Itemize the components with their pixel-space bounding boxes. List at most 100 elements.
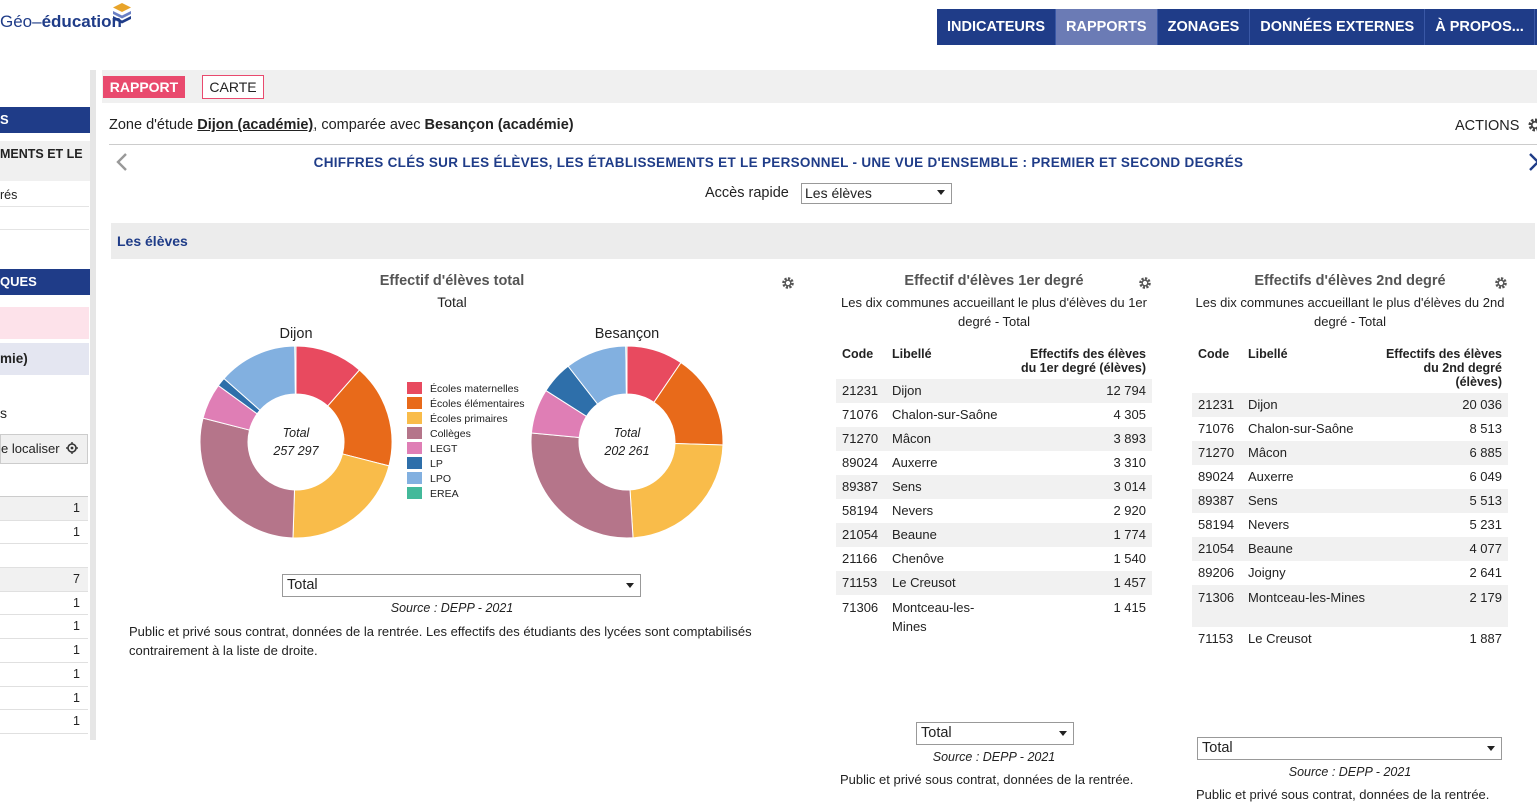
- nav-rapports[interactable]: RAPPORTS: [1056, 9, 1158, 45]
- panel-title: Effectif d'élèves total: [379, 273, 525, 289]
- libelle-cell: Le Creusot: [1248, 631, 1312, 646]
- table-row: 71153 Le Creusot 1 457: [836, 571, 1152, 595]
- table-row: 58194 Nevers 2 920: [836, 499, 1152, 523]
- logo[interactable]: Géo–éducation: [0, 12, 122, 32]
- sidebar-section-header[interactable]: QUES: [0, 269, 90, 295]
- code-cell: 89387: [1192, 489, 1242, 513]
- effectif-cell: 2 179: [1378, 585, 1508, 627]
- code-cell: 21231: [836, 379, 886, 403]
- libelle-cell: Montceau-les-Mines: [1242, 585, 1378, 627]
- sidebar-item-highlight[interactable]: [0, 307, 89, 339]
- panel3-filter-value: Total: [1202, 740, 1233, 756]
- communes-table-2nd-degre: Code Libellé Effectifs des élèves du 2nd…: [1192, 347, 1508, 651]
- nav-zonages[interactable]: ZONAGES: [1158, 9, 1251, 45]
- effectif-cell: 3 893: [1012, 427, 1152, 451]
- gear-icon[interactable]: [1494, 276, 1508, 290]
- effectif-cell: 2 641: [1469, 565, 1502, 580]
- donut-slice[interactable]: [199, 417, 296, 539]
- sidebar-item-label: s: [0, 405, 7, 421]
- actions-label: ACTIONS: [1455, 118, 1520, 134]
- column-header[interactable]: Code: [1192, 347, 1242, 393]
- panel-note: Public et privé sous contrat, données de…: [840, 772, 1134, 787]
- legend-label[interactable]: EREA: [430, 488, 459, 500]
- view-tabs: RAPPORT CARTE: [102, 70, 1537, 103]
- table-row: 71076 Chalon-sur-Saône 4 305: [836, 403, 1152, 427]
- panel3-filter-select[interactable]: Total: [1197, 737, 1502, 760]
- effectif-cell: 3 310: [1113, 455, 1146, 470]
- legend-label[interactable]: Écoles primaires: [430, 412, 508, 425]
- target-icon: [66, 442, 79, 454]
- code-cell: 71076: [842, 407, 879, 422]
- column-header[interactable]: Libellé: [1242, 347, 1378, 393]
- libelle-cell: Joigny: [1248, 565, 1286, 580]
- donut-charts: Dijon Total 257 297 Écoles maternellesÉc…: [199, 326, 724, 539]
- panel2-filter-select[interactable]: Total: [916, 722, 1074, 745]
- legend-swatch: [407, 457, 422, 469]
- donut-center-label: Total: [283, 426, 311, 440]
- code-cell: 71306: [842, 600, 879, 615]
- app-header: Géo–éducation INDICATEURS RAPPORTS ZONAG…: [0, 0, 1537, 46]
- legend-label[interactable]: LP: [430, 458, 443, 470]
- donut-slice[interactable]: [294, 345, 297, 395]
- column-header[interactable]: Effectifs des élèves du 1er degré (élève…: [1012, 347, 1152, 379]
- actions-menu[interactable]: ACTIONS: [1455, 117, 1537, 134]
- code-cell: 21231: [1192, 393, 1242, 417]
- code-cell: 21054: [836, 523, 886, 547]
- column-header[interactable]: Effectifs des élèves du 2nd degré (élève…: [1378, 347, 1508, 393]
- study-zone-link[interactable]: Dijon (académie): [197, 117, 313, 133]
- locate-button[interactable]: e localiser: [0, 434, 88, 464]
- column-header[interactable]: Code: [836, 347, 886, 379]
- nav-donnees-externes[interactable]: DONNÉES EXTERNES: [1250, 9, 1426, 45]
- sidebar-item-selected[interactable]: mie): [0, 343, 89, 375]
- compare-zone: Besançon (académie): [424, 117, 574, 133]
- study-zone-line: Zone d'étude Dijon (académie), comparée …: [109, 117, 574, 133]
- legend-label[interactable]: Écoles maternelles: [430, 382, 519, 395]
- donut-slice[interactable]: [625, 345, 628, 395]
- legend-label[interactable]: LEGT: [430, 443, 458, 455]
- legend-label[interactable]: Collèges: [430, 428, 471, 440]
- gear-icon[interactable]: [781, 276, 795, 290]
- legend-swatch: [407, 472, 422, 484]
- nav-a-propos[interactable]: À PROPOS...: [1425, 9, 1535, 45]
- sidebar-item-selected[interactable]: MENTS ET LE: [0, 141, 90, 181]
- sidebar-item-label[interactable]: rés: [0, 188, 17, 202]
- report-title: CHIFFRES CLÉS SUR LES ÉLÈVES, LES ÉTABLI…: [313, 155, 1244, 170]
- panel-subtitle: Les dix communes accueillant le plus d'é…: [1195, 295, 1505, 329]
- code-cell: 58194: [1198, 517, 1235, 532]
- legend-swatch: [407, 427, 422, 439]
- nav-indicateurs[interactable]: INDICATEURS: [937, 9, 1057, 45]
- effectif-cell: 12 794: [1012, 379, 1152, 403]
- panel-subtitle: Les dix communes accueillant le plus d'é…: [841, 295, 1147, 329]
- effectif-cell: 20 036: [1378, 393, 1508, 417]
- quick-access-select[interactable]: Les élèves: [801, 183, 952, 204]
- donut-slice[interactable]: [292, 453, 390, 539]
- logo-layers-icon: [113, 3, 131, 24]
- column-header[interactable]: Libellé: [886, 347, 1012, 379]
- effectif-cell: 1 415: [1113, 600, 1146, 615]
- legend-label[interactable]: LPO: [430, 473, 451, 485]
- code-cell: 89024: [1198, 469, 1235, 484]
- tab-rapport[interactable]: RAPPORT: [103, 76, 185, 98]
- panel1-filter-select[interactable]: Total: [282, 574, 641, 597]
- section-header: Les élèves: [111, 223, 1535, 259]
- sidebar-section-header[interactable]: S: [0, 107, 90, 133]
- chart-title-dijon: Dijon: [279, 326, 312, 342]
- next-report-arrow-icon[interactable]: [1528, 152, 1537, 178]
- donut-center-label: Total: [614, 426, 642, 440]
- code-cell: 21054: [1192, 537, 1242, 561]
- gear-icon[interactable]: [1138, 276, 1152, 290]
- libelle-cell: Mâcon: [886, 427, 1012, 451]
- table-row: 71306 Montceau-les-Mines 2 179: [1192, 585, 1508, 627]
- table-row: 21231 Dijon 12 794: [836, 379, 1152, 403]
- left-sidebar: S MENTS ET LE rés QUES mie) s e localise…: [0, 70, 96, 740]
- effectif-cell: 5 513: [1378, 489, 1508, 513]
- legend-label[interactable]: Écoles élémentaires: [430, 397, 525, 410]
- effectif-cell: 5 231: [1469, 517, 1502, 532]
- legend-swatch: [407, 412, 422, 424]
- libelle-cell: Auxerre: [1248, 469, 1294, 484]
- tab-carte[interactable]: CARTE: [202, 75, 264, 99]
- libelle-cell: Nevers: [1248, 517, 1290, 532]
- quick-access-value: Les élèves: [805, 185, 872, 201]
- table-row: 21054 Beaune 1 774: [836, 523, 1152, 547]
- chevron-down-icon: [937, 190, 945, 195]
